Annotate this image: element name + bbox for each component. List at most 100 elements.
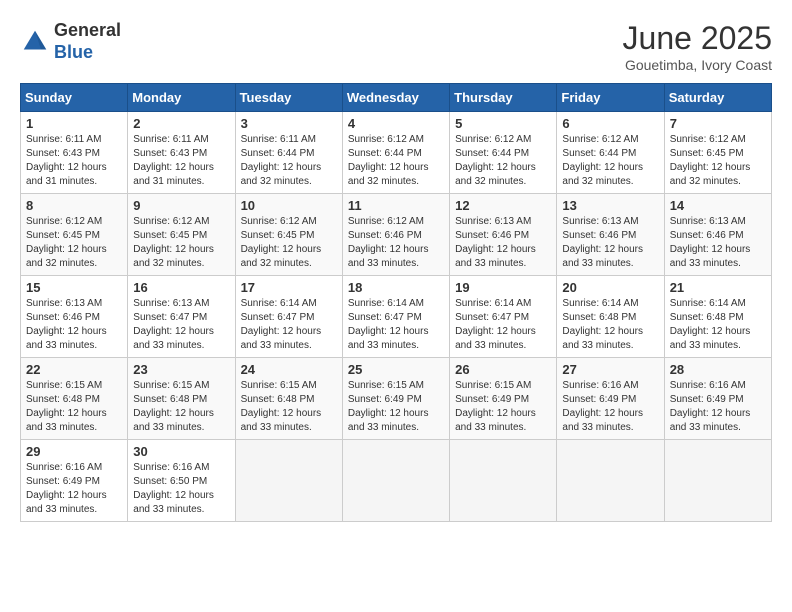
calendar-cell: 6 Sunrise: 6:12 AMSunset: 6:44 PMDayligh…: [557, 112, 664, 194]
cell-info: Sunrise: 6:14 AMSunset: 6:47 PMDaylight:…: [241, 297, 337, 353]
day-number: 24: [241, 362, 337, 377]
calendar-header-friday: Friday: [557, 84, 664, 112]
calendar-header-row: SundayMondayTuesdayWednesdayThursdayFrid…: [21, 84, 772, 112]
cell-info: Sunrise: 6:15 AMSunset: 6:48 PMDaylight:…: [241, 379, 337, 435]
day-number: 22: [26, 362, 122, 377]
cell-info: Sunrise: 6:14 AMSunset: 6:48 PMDaylight:…: [670, 297, 766, 353]
cell-info: Sunrise: 6:13 AMSunset: 6:46 PMDaylight:…: [562, 215, 658, 271]
calendar-cell: 8 Sunrise: 6:12 AMSunset: 6:45 PMDayligh…: [21, 194, 128, 276]
calendar-header-thursday: Thursday: [450, 84, 557, 112]
cell-info: Sunrise: 6:12 AMSunset: 6:44 PMDaylight:…: [348, 133, 444, 189]
cell-info: Sunrise: 6:13 AMSunset: 6:46 PMDaylight:…: [670, 215, 766, 271]
calendar-cell: 10 Sunrise: 6:12 AMSunset: 6:45 PMDaylig…: [235, 194, 342, 276]
cell-info: Sunrise: 6:12 AMSunset: 6:45 PMDaylight:…: [241, 215, 337, 271]
day-number: 9: [133, 198, 229, 213]
day-number: 17: [241, 280, 337, 295]
cell-info: Sunrise: 6:13 AMSunset: 6:46 PMDaylight:…: [455, 215, 551, 271]
cell-info: Sunrise: 6:15 AMSunset: 6:48 PMDaylight:…: [26, 379, 122, 435]
cell-info: Sunrise: 6:16 AMSunset: 6:49 PMDaylight:…: [670, 379, 766, 435]
calendar-cell: [664, 440, 771, 522]
day-number: 13: [562, 198, 658, 213]
day-number: 19: [455, 280, 551, 295]
day-number: 29: [26, 444, 122, 459]
cell-info: Sunrise: 6:12 AMSunset: 6:45 PMDaylight:…: [26, 215, 122, 271]
day-number: 12: [455, 198, 551, 213]
day-number: 10: [241, 198, 337, 213]
day-number: 8: [26, 198, 122, 213]
cell-info: Sunrise: 6:14 AMSunset: 6:47 PMDaylight:…: [455, 297, 551, 353]
day-number: 27: [562, 362, 658, 377]
calendar-cell: 7 Sunrise: 6:12 AMSunset: 6:45 PMDayligh…: [664, 112, 771, 194]
logo-general-text: General: [54, 20, 121, 42]
calendar-header-monday: Monday: [128, 84, 235, 112]
calendar-week-row: 29 Sunrise: 6:16 AMSunset: 6:49 PMDaylig…: [21, 440, 772, 522]
calendar-cell: 21 Sunrise: 6:14 AMSunset: 6:48 PMDaylig…: [664, 276, 771, 358]
day-number: 5: [455, 116, 551, 131]
day-number: 18: [348, 280, 444, 295]
calendar-week-row: 22 Sunrise: 6:15 AMSunset: 6:48 PMDaylig…: [21, 358, 772, 440]
calendar-cell: 24 Sunrise: 6:15 AMSunset: 6:48 PMDaylig…: [235, 358, 342, 440]
day-number: 30: [133, 444, 229, 459]
calendar-cell: 19 Sunrise: 6:14 AMSunset: 6:47 PMDaylig…: [450, 276, 557, 358]
location: Gouetimba, Ivory Coast: [623, 57, 772, 73]
cell-info: Sunrise: 6:15 AMSunset: 6:49 PMDaylight:…: [455, 379, 551, 435]
cell-info: Sunrise: 6:14 AMSunset: 6:48 PMDaylight:…: [562, 297, 658, 353]
calendar-cell: 20 Sunrise: 6:14 AMSunset: 6:48 PMDaylig…: [557, 276, 664, 358]
logo-blue-text: Blue: [54, 42, 121, 64]
cell-info: Sunrise: 6:13 AMSunset: 6:47 PMDaylight:…: [133, 297, 229, 353]
cell-info: Sunrise: 6:11 AMSunset: 6:43 PMDaylight:…: [26, 133, 122, 189]
title-block: June 2025 Gouetimba, Ivory Coast: [623, 20, 772, 73]
day-number: 15: [26, 280, 122, 295]
calendar-header-wednesday: Wednesday: [342, 84, 449, 112]
calendar-cell: [235, 440, 342, 522]
page-header: General Blue June 2025 Gouetimba, Ivory …: [20, 20, 772, 73]
day-number: 2: [133, 116, 229, 131]
calendar-week-row: 1 Sunrise: 6:11 AMSunset: 6:43 PMDayligh…: [21, 112, 772, 194]
cell-info: Sunrise: 6:11 AMSunset: 6:44 PMDaylight:…: [241, 133, 337, 189]
calendar-cell: 9 Sunrise: 6:12 AMSunset: 6:45 PMDayligh…: [128, 194, 235, 276]
calendar-cell: [342, 440, 449, 522]
logo-icon: [20, 27, 50, 57]
calendar-header-tuesday: Tuesday: [235, 84, 342, 112]
day-number: 6: [562, 116, 658, 131]
calendar-cell: 5 Sunrise: 6:12 AMSunset: 6:44 PMDayligh…: [450, 112, 557, 194]
day-number: 11: [348, 198, 444, 213]
day-number: 4: [348, 116, 444, 131]
month-title: June 2025: [623, 20, 772, 57]
calendar-cell: 4 Sunrise: 6:12 AMSunset: 6:44 PMDayligh…: [342, 112, 449, 194]
calendar-header-sunday: Sunday: [21, 84, 128, 112]
calendar-cell: 11 Sunrise: 6:12 AMSunset: 6:46 PMDaylig…: [342, 194, 449, 276]
cell-info: Sunrise: 6:14 AMSunset: 6:47 PMDaylight:…: [348, 297, 444, 353]
calendar-cell: 30 Sunrise: 6:16 AMSunset: 6:50 PMDaylig…: [128, 440, 235, 522]
logo: General Blue: [20, 20, 121, 63]
cell-info: Sunrise: 6:12 AMSunset: 6:46 PMDaylight:…: [348, 215, 444, 271]
calendar-cell: 3 Sunrise: 6:11 AMSunset: 6:44 PMDayligh…: [235, 112, 342, 194]
day-number: 20: [562, 280, 658, 295]
calendar-week-row: 15 Sunrise: 6:13 AMSunset: 6:46 PMDaylig…: [21, 276, 772, 358]
day-number: 1: [26, 116, 122, 131]
calendar-cell: 29 Sunrise: 6:16 AMSunset: 6:49 PMDaylig…: [21, 440, 128, 522]
cell-info: Sunrise: 6:12 AMSunset: 6:45 PMDaylight:…: [133, 215, 229, 271]
calendar-header-saturday: Saturday: [664, 84, 771, 112]
day-number: 23: [133, 362, 229, 377]
calendar-cell: 1 Sunrise: 6:11 AMSunset: 6:43 PMDayligh…: [21, 112, 128, 194]
cell-info: Sunrise: 6:15 AMSunset: 6:48 PMDaylight:…: [133, 379, 229, 435]
day-number: 28: [670, 362, 766, 377]
cell-info: Sunrise: 6:12 AMSunset: 6:44 PMDaylight:…: [562, 133, 658, 189]
calendar-cell: 13 Sunrise: 6:13 AMSunset: 6:46 PMDaylig…: [557, 194, 664, 276]
calendar-table: SundayMondayTuesdayWednesdayThursdayFrid…: [20, 83, 772, 522]
calendar-cell: 26 Sunrise: 6:15 AMSunset: 6:49 PMDaylig…: [450, 358, 557, 440]
calendar-week-row: 8 Sunrise: 6:12 AMSunset: 6:45 PMDayligh…: [21, 194, 772, 276]
day-number: 25: [348, 362, 444, 377]
calendar-cell: 2 Sunrise: 6:11 AMSunset: 6:43 PMDayligh…: [128, 112, 235, 194]
calendar-cell: 15 Sunrise: 6:13 AMSunset: 6:46 PMDaylig…: [21, 276, 128, 358]
day-number: 7: [670, 116, 766, 131]
calendar-cell: 22 Sunrise: 6:15 AMSunset: 6:48 PMDaylig…: [21, 358, 128, 440]
calendar-cell: 28 Sunrise: 6:16 AMSunset: 6:49 PMDaylig…: [664, 358, 771, 440]
calendar-cell: 16 Sunrise: 6:13 AMSunset: 6:47 PMDaylig…: [128, 276, 235, 358]
calendar-cell: 18 Sunrise: 6:14 AMSunset: 6:47 PMDaylig…: [342, 276, 449, 358]
day-number: 21: [670, 280, 766, 295]
calendar-cell: [557, 440, 664, 522]
day-number: 26: [455, 362, 551, 377]
calendar-cell: 14 Sunrise: 6:13 AMSunset: 6:46 PMDaylig…: [664, 194, 771, 276]
